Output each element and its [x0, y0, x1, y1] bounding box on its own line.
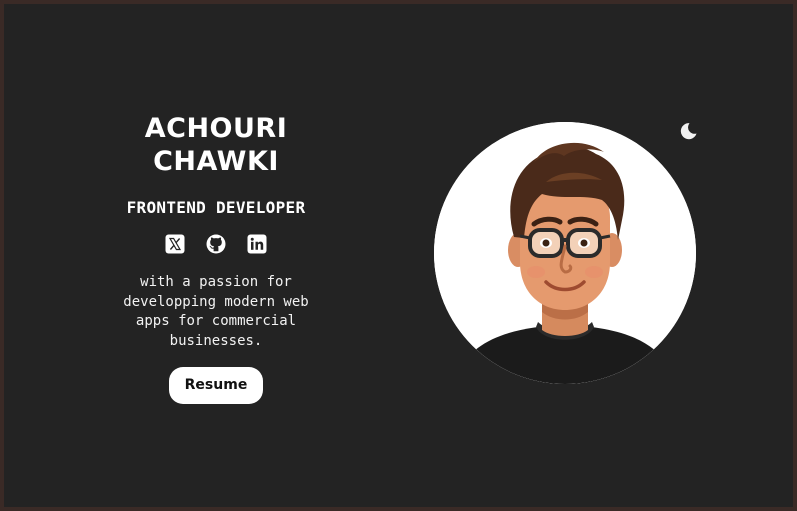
bio-line: developping modern web: [123, 293, 309, 310]
linkedin-icon: [247, 234, 267, 254]
x-link[interactable]: [165, 234, 185, 254]
bio-line: apps for commercial: [135, 313, 297, 329]
bio-text: with a passion for developping modern we…: [104, 273, 328, 351]
x-icon: [165, 234, 185, 254]
github-link[interactable]: [206, 234, 226, 254]
linkedin-link[interactable]: [247, 234, 267, 254]
avatar-illustration: [434, 122, 696, 384]
moon-icon: [680, 123, 697, 140]
name-heading: ACHOURI CHAWKI: [104, 112, 328, 178]
bio-line: businesses.: [169, 332, 263, 349]
social-links: [104, 234, 328, 254]
hero-intro: ACHOURI CHAWKI FRONTEND DEVELOPER with a…: [104, 112, 328, 404]
resume-button[interactable]: Resume: [169, 367, 263, 404]
name-last: CHAWKI: [153, 146, 279, 177]
bio-line: with a passion for: [140, 274, 292, 290]
role-title: FRONTEND DEVELOPER: [126, 198, 306, 217]
theme-toggle[interactable]: [678, 121, 698, 141]
github-icon: [206, 234, 226, 254]
profile-avatar: [434, 122, 696, 384]
name-first: ACHOURI: [144, 113, 288, 144]
page-container: ACHOURI CHAWKI FRONTEND DEVELOPER with a…: [4, 4, 793, 507]
